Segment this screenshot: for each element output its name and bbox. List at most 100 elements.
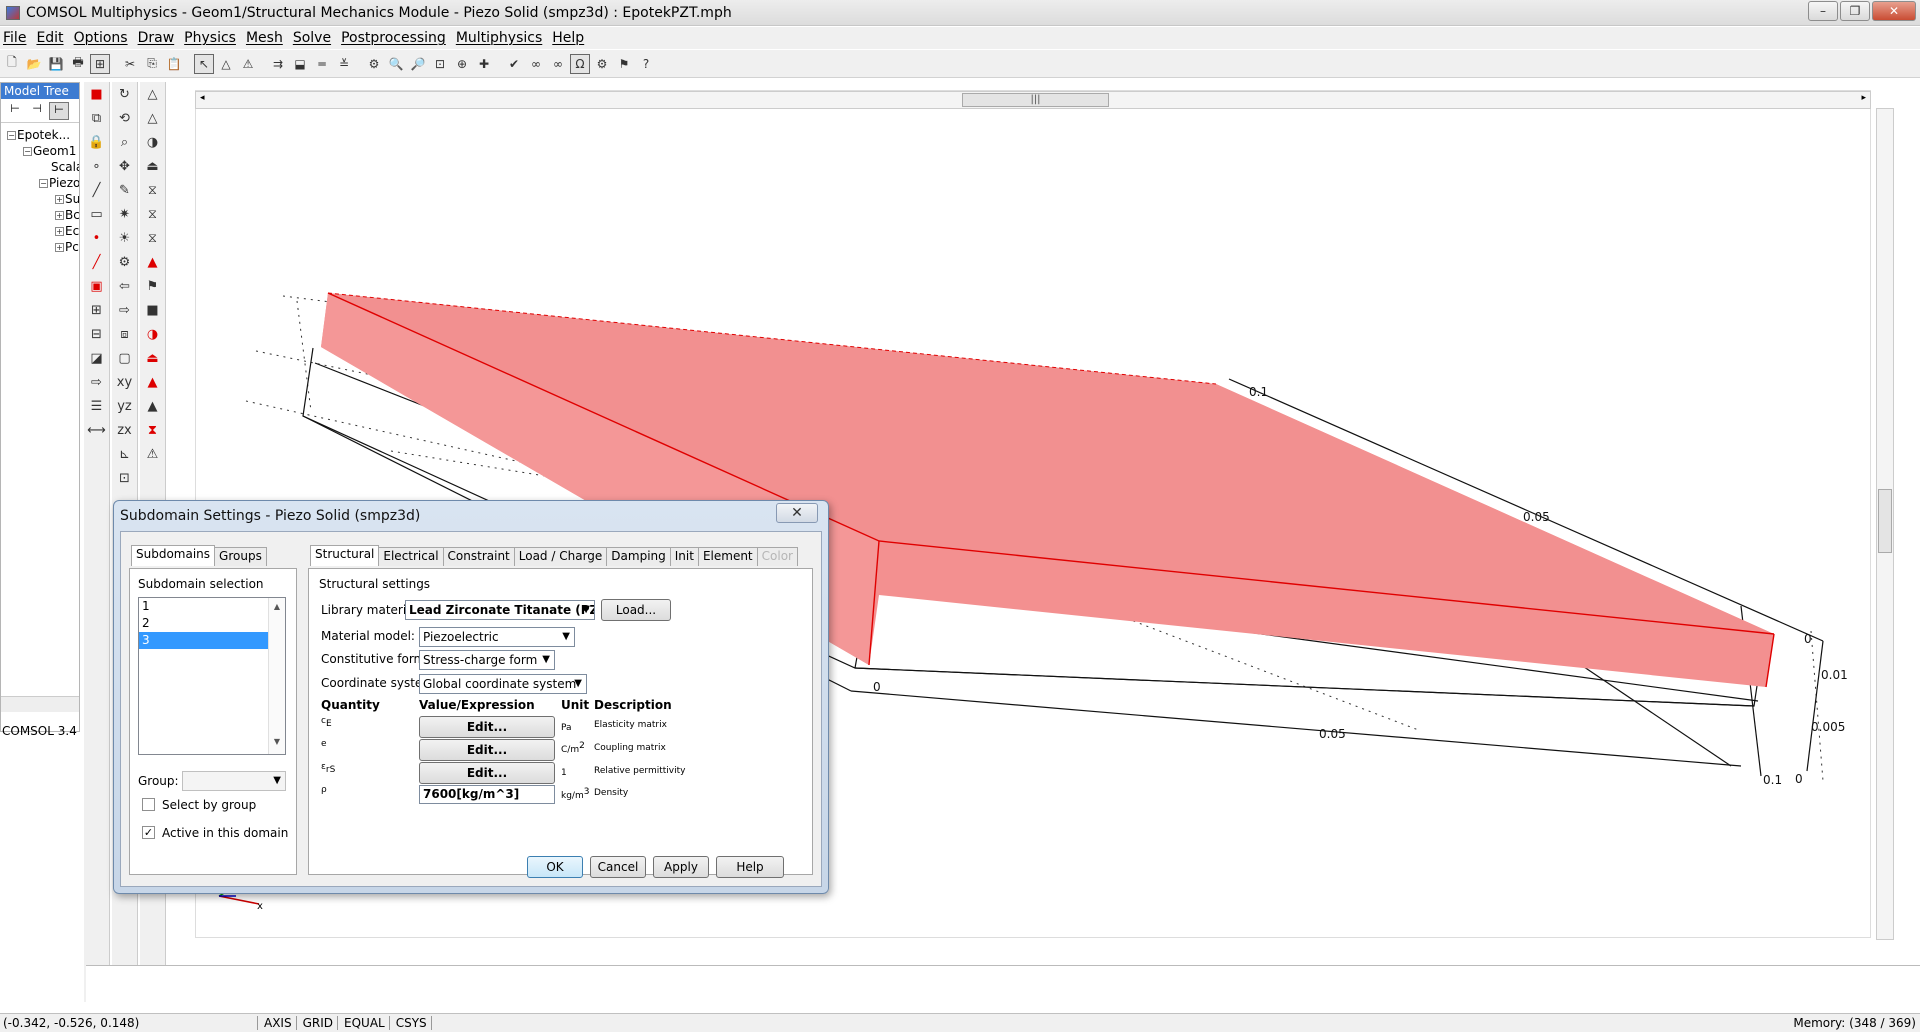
prism-icon[interactable]: ⏏ <box>142 156 164 178</box>
constants-icon[interactable]: ≚ <box>334 54 354 74</box>
expand-icon[interactable]: + <box>55 243 64 252</box>
collapse-icon[interactable]: − <box>23 147 32 156</box>
point-icon[interactable]: ∘ <box>86 156 108 178</box>
menu-draw[interactable]: Draw <box>138 30 175 46</box>
equal-toggle[interactable]: EQUAL <box>340 1016 390 1030</box>
red-triangle2-icon[interactable]: ▲ <box>142 372 164 394</box>
model-tree-toggle-icon[interactable]: ⊞ <box>90 53 110 74</box>
plot-icon[interactable]: ✚ <box>474 54 494 74</box>
tree-view-2-icon[interactable]: ⊣ <box>27 102 47 120</box>
boundary-settings-icon[interactable]: ⇉ <box>268 54 288 74</box>
red-prism-icon[interactable]: ⏏ <box>142 348 164 370</box>
tab-subdomains[interactable]: Subdomains <box>131 545 216 566</box>
select-pointer-icon[interactable]: ↖ <box>194 53 214 74</box>
tab-damping[interactable]: Damping <box>606 547 671 566</box>
group-select[interactable]: ▼ <box>182 771 286 791</box>
export-icon[interactable]: ⇨ <box>86 372 108 394</box>
maximize-button[interactable]: ❐ <box>1840 1 1870 21</box>
apply-button[interactable]: Apply <box>653 856 709 878</box>
open-folder-icon[interactable]: 📂 <box>24 54 44 74</box>
edit-permittivity-button[interactable]: Edit... <box>419 762 555 784</box>
measure-icon[interactable]: ⟷ <box>86 420 108 442</box>
zoom-extents-icon[interactable]: ⊕ <box>452 54 472 74</box>
cube-icon[interactable]: ⧉ <box>86 108 108 130</box>
forward-arrow-icon[interactable]: ⇨ <box>114 300 136 322</box>
default-view-icon[interactable]: ⊡ <box>114 468 136 490</box>
minimize-button[interactable]: – <box>1808 1 1838 21</box>
tree-item-model[interactable]: − Epotek... <box>1 127 79 143</box>
select-by-group-checkbox[interactable] <box>142 798 155 811</box>
tab-element[interactable]: Element <box>697 547 758 566</box>
postprocessing-icon[interactable]: ⚑ <box>614 54 634 74</box>
red-face-icon[interactable]: ◑ <box>142 324 164 346</box>
coordinate-system-select[interactable]: Global coordinate system ▼ <box>419 674 587 694</box>
tree-view-3-icon[interactable]: ⊢ <box>49 101 69 120</box>
gray-triangle-icon[interactable]: ▲ <box>142 396 164 418</box>
canvas-vscroll-thumb[interactable] <box>1878 489 1892 553</box>
menu-file[interactable]: File <box>3 30 26 46</box>
rectangle-icon[interactable]: ▭ <box>86 204 108 226</box>
square-icon[interactable]: ■ <box>142 300 164 322</box>
flag-icon[interactable]: ⚑ <box>142 276 164 298</box>
gear-icon[interactable]: ⚙ <box>592 54 612 74</box>
subdomain-settings-icon[interactable]: ⬓ <box>290 54 310 74</box>
cut-icon[interactable]: ✂ <box>120 54 140 74</box>
mesh-mode-icon[interactable]: ⚠ <box>238 54 258 74</box>
menu-physics[interactable]: Physics <box>184 30 236 46</box>
menu-postprocessing[interactable]: Postprocessing <box>341 30 446 46</box>
print-icon[interactable]: 🖶 <box>68 54 88 74</box>
copy-icon[interactable]: ⎘ <box>142 54 162 74</box>
menu-edit[interactable]: Edit <box>36 30 63 46</box>
headlight-icon[interactable]: ✎ <box>114 180 136 202</box>
xy-plane-icon[interactable]: xy <box>114 372 136 394</box>
tab-constraint[interactable]: Constraint <box>442 547 515 566</box>
box-icon[interactable]: ▢ <box>114 348 136 370</box>
load-material-button[interactable]: Load... <box>601 599 671 621</box>
new-file-icon[interactable]: 🗋 <box>2 54 22 74</box>
select-none-icon[interactable]: ⊟ <box>86 324 108 346</box>
triangle-icon[interactable]: △ <box>142 108 164 130</box>
solver-icon[interactable]: ∞ <box>526 54 546 74</box>
transparency-icon[interactable]: ⚙ <box>114 252 136 274</box>
tree-item-edge[interactable]: + Ec <box>1 223 79 239</box>
close-window-button[interactable]: ✕ <box>1872 1 1916 21</box>
scene-light-icon[interactable]: ✷ <box>114 204 136 226</box>
move-icon[interactable]: ✥ <box>114 156 136 178</box>
scroll-left-icon[interactable]: ◂ <box>200 93 205 103</box>
tab-init[interactable]: Init <box>669 547 699 566</box>
subdomain-item[interactable]: 2 <box>139 615 285 632</box>
subdomain-listbox[interactable]: 1 2 3 ▲ ▼ <box>138 597 286 755</box>
red-triangle-icon[interactable]: ▲ <box>142 252 164 274</box>
mesh-refine-icon[interactable]: ✔ <box>504 54 524 74</box>
tab-load-charge[interactable]: Load / Charge <box>513 547 608 566</box>
grid-toggle[interactable]: GRID <box>299 1016 339 1030</box>
lighting-icon[interactable]: ☀ <box>114 228 136 250</box>
tree-item-subdomain[interactable]: + Su <box>1 191 79 207</box>
omega-icon[interactable]: Ω <box>570 53 590 74</box>
axis-toggle[interactable]: AXIS <box>260 1016 297 1030</box>
restart-icon[interactable]: ∞ <box>548 54 568 74</box>
mesh3-icon[interactable]: ⧖ <box>142 228 164 250</box>
tab-groups[interactable]: Groups <box>214 547 267 566</box>
warning-icon[interactable]: ⚠ <box>142 444 164 466</box>
listbox-scrollbar[interactable]: ▲ ▼ <box>268 598 285 754</box>
tree-item-geom1[interactable]: − Geom1 <box>1 143 79 159</box>
canvas-vscroll[interactable] <box>1876 108 1894 940</box>
tab-electrical[interactable]: Electrical <box>378 547 444 566</box>
properties-icon[interactable]: ☰ <box>86 396 108 418</box>
collapse-icon[interactable]: − <box>39 179 48 188</box>
tree-item-boundary[interactable]: + Bc <box>1 207 79 223</box>
select-all-icon[interactable]: ⊞ <box>86 300 108 322</box>
red-square-icon[interactable]: ■ <box>86 84 108 106</box>
collapse-icon[interactable]: − <box>7 131 16 140</box>
save-icon[interactable]: 💾 <box>46 54 66 74</box>
tree-item-scalar[interactable]: Scala <box>1 159 79 175</box>
zoom-in-icon[interactable]: 🔍 <box>386 54 406 74</box>
back-arrow-icon[interactable]: ⇦ <box>114 276 136 298</box>
edit-elasticity-button[interactable]: Edit... <box>419 716 555 738</box>
model-tree-hscroll[interactable] <box>1 696 79 712</box>
red-line-icon[interactable]: ╱ <box>86 252 108 274</box>
tree-view-1-icon[interactable]: ⊢ <box>5 102 25 120</box>
solve-icon[interactable]: ⚙ <box>364 54 384 74</box>
mesh2-icon[interactable]: ⧖ <box>142 204 164 226</box>
